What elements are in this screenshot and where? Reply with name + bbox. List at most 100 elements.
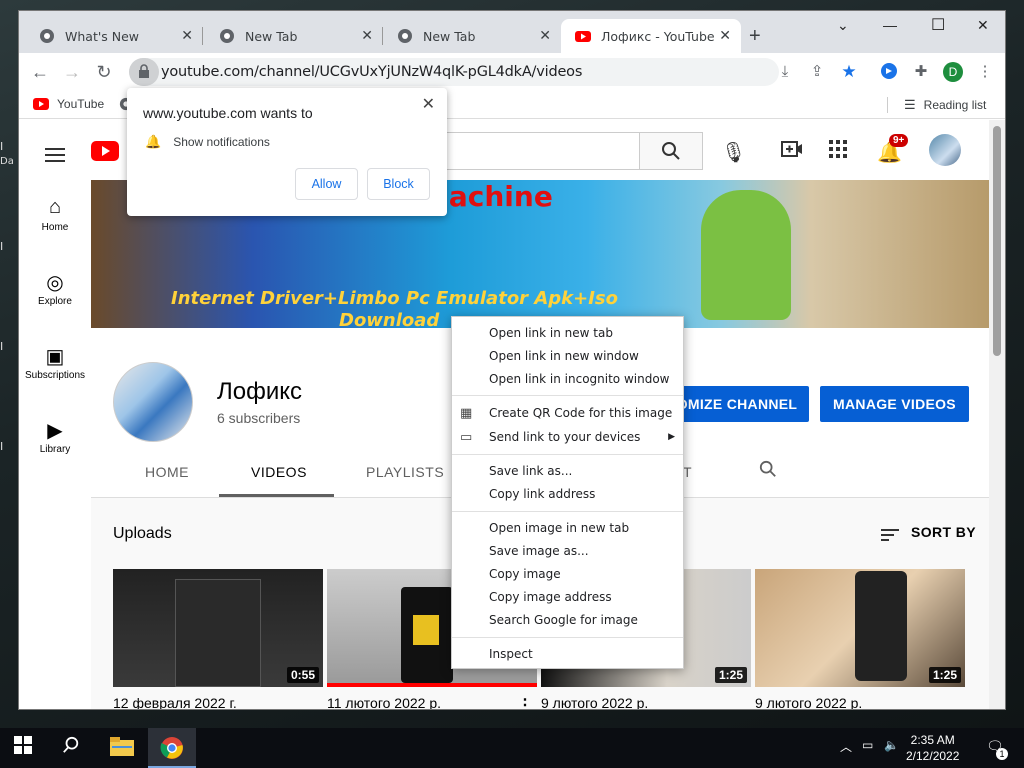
maximize-icon[interactable]: ☐ [931, 15, 945, 35]
reading-list-label: Reading list [923, 98, 987, 112]
channel-avatar[interactable] [113, 362, 193, 442]
close-window-icon[interactable]: ✕ [977, 17, 989, 34]
chevron-up-icon[interactable]: ︿ [840, 738, 852, 755]
bookmark-youtube[interactable]: YouTube [33, 97, 104, 111]
video-date[interactable]: 12 февраля 2022 г. [113, 695, 237, 709]
close-icon[interactable]: ✕ [361, 28, 373, 44]
more-icon[interactable]: ⋮ [975, 62, 995, 82]
taskbar-chrome[interactable] [148, 728, 196, 768]
menu-item-copy-image-address[interactable]: Copy image address [452, 586, 683, 609]
video-thumbnail[interactable]: 1:25 [755, 569, 965, 687]
search-icon[interactable] [62, 736, 80, 759]
menu-item-qr-code[interactable]: ▦ Create QR Code for this image [452, 402, 683, 425]
more-icon[interactable]: ⋮ [517, 695, 533, 709]
notification-badge: 9+ [889, 134, 909, 147]
sidebar-item-home[interactable]: ⌂ Home [19, 180, 91, 254]
sidebar-item-explore[interactable]: ◎ Explore [19, 254, 91, 328]
submenu-arrow-icon: ▶ [668, 432, 675, 442]
close-icon[interactable]: ✕ [539, 28, 551, 44]
sidebar-item-label: Library [39, 444, 71, 455]
back-icon[interactable]: ← [29, 61, 51, 83]
sidebar-item-label: Explore [38, 296, 72, 307]
menu-item-inspect[interactable]: Inspect [452, 643, 683, 666]
sidebar-item-subscriptions[interactable]: ▣ Subscriptions [19, 328, 91, 402]
menu-item-save-image[interactable]: Save image as... [452, 540, 683, 563]
puzzle-icon[interactable]: ✚ [911, 62, 931, 82]
reload-icon[interactable]: ↻ [93, 61, 115, 83]
menu-icon[interactable] [45, 144, 65, 166]
profile-avatar[interactable]: D [943, 62, 963, 82]
tab-playlists[interactable]: PLAYLISTS [366, 464, 444, 480]
customize-channel-button[interactable]: OMIZE CHANNEL [665, 386, 809, 422]
start-button[interactable] [14, 736, 32, 759]
menu-item-open-new-tab[interactable]: Open link in new tab [452, 322, 683, 345]
desktop-icon-label: Da [0, 156, 14, 167]
clock[interactable]: 2:35 AM 2/12/2022 [906, 732, 959, 764]
chrome-icon [220, 29, 234, 43]
video-date[interactable]: 11 лютого 2022 р. [327, 695, 441, 709]
address-bar[interactable]: youtube.com/channel/UCGvUxYjUNzW4qlK-pGL… [129, 58, 779, 86]
menu-item-copy-link[interactable]: Copy link address [452, 483, 683, 506]
forward-icon[interactable]: → [61, 61, 83, 83]
video-date[interactable]: 9 лютого 2022 р. [755, 695, 862, 709]
channel-name: Лофикс [217, 378, 303, 405]
youtube-logo[interactable] [91, 141, 119, 161]
chrome-icon [40, 29, 54, 43]
search-channel-icon[interactable] [759, 460, 777, 483]
close-icon[interactable]: ✕ [719, 28, 731, 44]
sort-icon[interactable] [881, 526, 899, 544]
banner-text: Internet Driver+Limbo Pc Emulator Apk+Is… [171, 288, 618, 309]
apps-icon[interactable] [829, 140, 847, 164]
tab-partial[interactable]: T [683, 464, 692, 480]
menu-item-save-link[interactable]: Save link as... [452, 460, 683, 483]
install-icon[interactable]: ⤓ [775, 62, 795, 82]
allow-button[interactable]: Allow [295, 168, 358, 200]
permission-row: 🔔 Show notifications [145, 134, 270, 150]
network-icon[interactable]: ▭ [862, 738, 873, 752]
manage-videos-button[interactable]: MANAGE VIDEOS [820, 386, 969, 422]
close-icon[interactable]: ✕ [181, 28, 193, 44]
share-icon[interactable]: ⇪ [807, 62, 827, 82]
chrome-icon [398, 29, 412, 43]
microphone-icon[interactable]: 🎙 [721, 140, 746, 165]
tab-title: Лофикс - YouTube [601, 28, 715, 44]
tab-home[interactable]: HOME [145, 464, 189, 480]
star-icon[interactable]: ★ [839, 62, 859, 82]
menu-item-open-new-window[interactable]: Open link in new window [452, 345, 683, 368]
sort-by-button[interactable]: SORT BY [911, 524, 976, 540]
menu-item-send-link[interactable]: ▭ Send link to your devices ▶ [452, 426, 683, 449]
tab-new-tab[interactable]: New Tab ✕ [383, 19, 561, 53]
reading-list[interactable]: ☰ Reading list [887, 97, 986, 113]
chevron-down-icon[interactable]: ⌄ [837, 17, 849, 34]
library-icon: ▶ [47, 420, 63, 442]
menu-item-open-incognito[interactable]: Open link in incognito window [452, 368, 683, 391]
popup-title: www.youtube.com wants to [143, 105, 313, 121]
tab-whats-new[interactable]: What's New ✕ [25, 19, 203, 53]
video-duration: 0:55 [286, 667, 319, 683]
avatar[interactable] [929, 134, 961, 166]
video-date[interactable]: 9 лютого 2022 р. [541, 695, 648, 709]
extension-icon[interactable] [879, 62, 899, 82]
menu-item-label: Create QR Code for this image [489, 406, 673, 420]
menu-item-search-google[interactable]: Search Google for image [452, 609, 683, 632]
block-button[interactable]: Block [367, 168, 430, 200]
menu-item-copy-image[interactable]: Copy image [452, 563, 683, 586]
volume-icon[interactable]: 🔈 [884, 738, 899, 752]
sidebar-item-library[interactable]: ▶ Library [19, 402, 91, 476]
tab-youtube[interactable]: Лофикс - YouTube ✕ [561, 19, 741, 53]
reading-list-icon: ☰ [904, 97, 916, 112]
tab-new-tab[interactable]: New Tab ✕ [205, 19, 383, 53]
tab-videos[interactable]: VIDEOS [251, 464, 307, 480]
file-explorer-icon[interactable] [110, 736, 134, 761]
close-icon[interactable]: ✕ [422, 94, 435, 114]
video-thumbnail[interactable]: 0:55 [113, 569, 323, 687]
new-tab-icon[interactable]: + [749, 25, 761, 48]
menu-item-open-image[interactable]: Open image in new tab [452, 517, 683, 540]
lock-icon[interactable] [129, 58, 159, 86]
create-video-icon[interactable] [781, 140, 803, 164]
search-icon[interactable] [639, 132, 703, 170]
tab-title: New Tab [423, 28, 476, 44]
tab-strip: What's New ✕ New Tab ✕ New Tab ✕ Лофикс … [19, 11, 1005, 53]
minimize-icon[interactable]: — [883, 17, 897, 33]
scrollbar[interactable] [989, 120, 1005, 709]
